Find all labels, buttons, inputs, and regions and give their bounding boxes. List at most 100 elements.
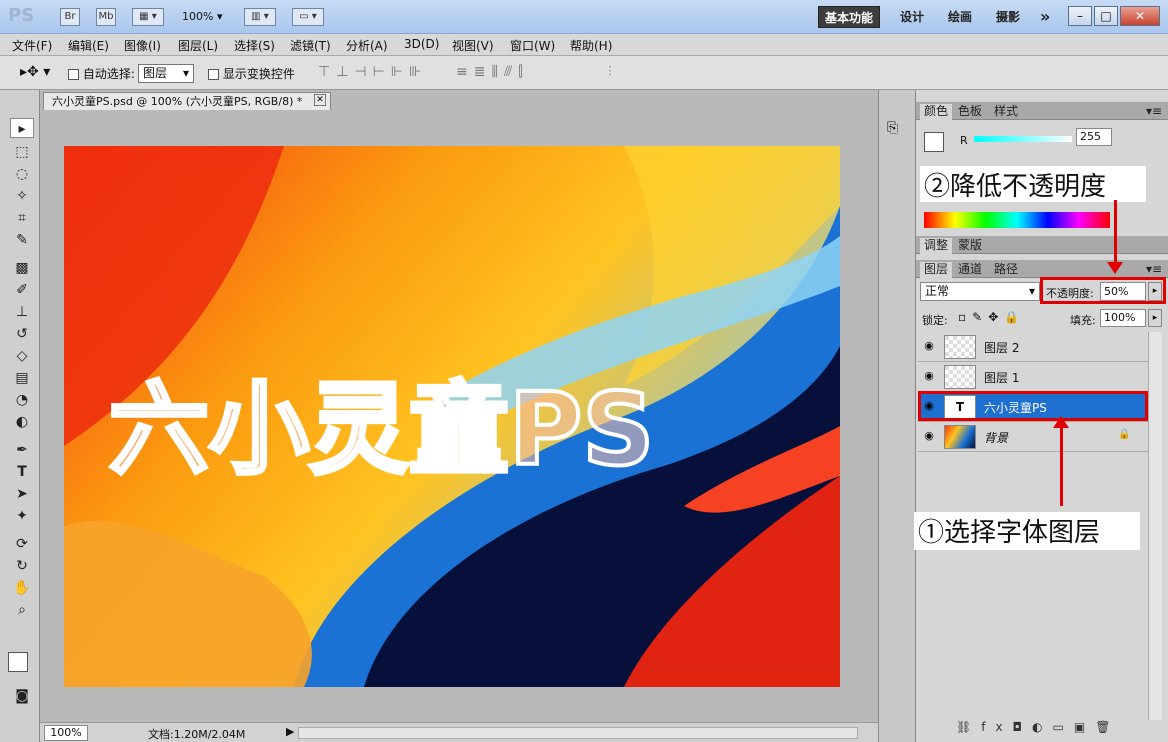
quick-mask-icon[interactable]: ◙ <box>10 686 34 706</box>
arrange-documents-button[interactable]: ▥ ▾ <box>244 8 276 26</box>
status-menu-arrow[interactable]: ▶ <box>286 725 294 738</box>
history-brush-tool-icon[interactable]: ↺ <box>10 324 34 344</box>
screen-mode-button[interactable]: ▭ ▾ <box>292 8 324 26</box>
maximize-button[interactable]: □ <box>1094 6 1118 26</box>
blur-tool-icon[interactable]: ◔ <box>10 390 34 410</box>
quick-select-tool-icon[interactable]: ✧ <box>10 186 34 206</box>
type-tool-icon[interactable]: T <box>10 462 34 482</box>
distribute-buttons[interactable]: ≡≣⫼⫻⫿ <box>456 64 529 80</box>
menu-file[interactable]: 文件(F) <box>12 37 52 54</box>
layer-row-background[interactable]: ◉ 背景 🔒 <box>918 422 1148 452</box>
bridge-button[interactable]: Br <box>60 8 80 26</box>
workspace-painting[interactable]: 绘画 <box>942 6 978 28</box>
menu-select[interactable]: 选择(S) <box>234 37 275 54</box>
zoom-select[interactable]: 100% ▾ <box>182 10 222 23</box>
eye-icon[interactable]: ◉ <box>921 429 937 443</box>
menu-filter[interactable]: 滤镜(T) <box>290 37 331 54</box>
eye-icon[interactable]: ◉ <box>921 369 937 383</box>
color-fg-swatch[interactable] <box>924 132 944 152</box>
layer-row-1[interactable]: ◉ 图层 1 <box>918 362 1148 392</box>
auto-select-dropdown[interactable]: 图层 ▾ <box>138 64 194 83</box>
arrow-head-2 <box>1107 262 1123 274</box>
show-transform-checkbox[interactable] <box>208 69 219 80</box>
brush-tool-icon[interactable]: ✐ <box>10 280 34 300</box>
close-document-icon[interactable]: ✕ <box>314 94 326 106</box>
auto-select-checkbox[interactable] <box>68 69 79 80</box>
tab-layers[interactable]: 图层 <box>920 262 953 278</box>
show-transform-option[interactable]: 显示变换控件 <box>208 65 295 82</box>
menu-layer[interactable]: 图层(L) <box>178 37 218 54</box>
title-bar: PS Br Mb ▦ ▾ 100% ▾ ▥ ▾ ▭ ▾ 基本功能 设计 绘画 摄… <box>0 0 1168 34</box>
eraser-tool-icon[interactable]: ◇ <box>10 346 34 366</box>
marquee-tool-icon[interactable]: ⬚ <box>10 142 34 162</box>
layer-footer-buttons[interactable]: ⛓fx◘◐▭▣🗑 <box>956 720 1120 734</box>
tab-masks[interactable]: 蒙版 <box>954 238 986 254</box>
hand-tool-icon[interactable]: ✋ <box>10 578 34 598</box>
stamp-tool-icon[interactable]: ⊥ <box>10 302 34 322</box>
path-select-tool-icon[interactable]: ➤ <box>10 484 34 504</box>
workspace-essentials[interactable]: 基本功能 <box>818 6 881 28</box>
menu-image[interactable]: 图像(I) <box>124 37 161 54</box>
eyedropper-tool-icon[interactable]: ✎ <box>10 230 34 250</box>
crop-tool-icon[interactable]: ⌗ <box>10 208 34 228</box>
red-value-field[interactable]: 255 <box>1076 128 1112 146</box>
view-extras-button[interactable]: ▦ ▾ <box>132 8 164 26</box>
fill-field[interactable]: 100% <box>1100 309 1146 327</box>
layer-row-2[interactable]: ◉ 图层 2 <box>918 332 1148 362</box>
minibridge-button[interactable]: Mb <box>96 8 116 26</box>
3d-rotate-tool-icon[interactable]: ⟳ <box>10 534 34 554</box>
align-buttons[interactable]: ⊤⊥⊣⊢⊩⊪ <box>318 64 427 80</box>
tab-swatches[interactable]: 色板 <box>954 104 986 120</box>
tab-paths[interactable]: 路径 <box>990 262 1022 278</box>
move-tool-preset[interactable]: ▸✥ ▾ <box>20 64 50 80</box>
panel-menu-icon[interactable]: ▾≡ <box>1142 104 1166 120</box>
pen-tool-icon[interactable]: ✒ <box>10 440 34 460</box>
history-panel-icon[interactable]: ⎘ <box>887 120 898 136</box>
dodge-tool-icon[interactable]: ◐ <box>10 412 34 432</box>
move-tool-icon[interactable]: ▸ <box>10 118 34 138</box>
minimize-button[interactable]: – <box>1068 6 1092 26</box>
menu-3d[interactable]: 3D(D) <box>404 37 439 51</box>
canvas[interactable]: 六小灵童PS <box>64 146 840 687</box>
menu-analysis[interactable]: 分析(A) <box>346 37 388 54</box>
layers-panel-menu-icon[interactable]: ▾≡ <box>1142 262 1166 278</box>
blend-mode-dropdown[interactable]: 正常 ▾ <box>920 282 1040 301</box>
canvas-text: 六小灵童PS <box>109 371 654 488</box>
shape-tool-icon[interactable]: ✦ <box>10 506 34 526</box>
horizontal-scrollbar[interactable] <box>298 727 858 739</box>
menu-help[interactable]: 帮助(H) <box>570 37 612 54</box>
layers-scrollbar[interactable] <box>1148 332 1162 720</box>
auto-select-option[interactable]: 自动选择: <box>68 65 135 82</box>
adjust-panel-tabs: 调整 蒙版 <box>916 236 1168 254</box>
menu-bar: 文件(F) 编辑(E) 图像(I) 图层(L) 选择(S) 滤镜(T) 分析(A… <box>0 34 1168 56</box>
auto-align-button[interactable]: ⫶ <box>608 64 612 80</box>
close-button[interactable]: ✕ <box>1120 6 1160 26</box>
more-workspaces-button[interactable]: » <box>1034 6 1056 28</box>
tab-color[interactable]: 颜色 <box>920 104 953 120</box>
3d-orbit-tool-icon[interactable]: ↻ <box>10 556 34 576</box>
tab-channels[interactable]: 通道 <box>954 262 986 278</box>
menu-view[interactable]: 视图(V) <box>452 37 494 54</box>
document-tab[interactable]: 六小灵童PS.psd @ 100% (六小灵童PS, RGB/8) * ✕ <box>43 92 331 110</box>
status-bar: 100% 文档:1.20M/2.04M ▶ <box>40 722 878 742</box>
tab-styles[interactable]: 样式 <box>990 104 1022 120</box>
menu-edit[interactable]: 编辑(E) <box>68 37 109 54</box>
healing-tool-icon[interactable]: ▩ <box>10 258 34 278</box>
color-spectrum[interactable] <box>924 212 1110 228</box>
foreground-color-swatch[interactable] <box>8 652 28 672</box>
lock-icon: 🔒 <box>1118 429 1131 440</box>
zoom-field[interactable]: 100% <box>44 725 88 741</box>
zoom-tool-icon[interactable]: ⌕ <box>10 600 34 620</box>
gradient-tool-icon[interactable]: ▤ <box>10 368 34 388</box>
red-slider[interactable] <box>974 136 1072 142</box>
menu-window[interactable]: 窗口(W) <box>510 37 555 54</box>
arrow-shaft-2 <box>1114 200 1117 266</box>
fill-slider-button[interactable]: ▸ <box>1148 309 1162 327</box>
eye-icon[interactable]: ◉ <box>921 339 937 353</box>
layer-thumbnail <box>944 365 976 389</box>
lasso-tool-icon[interactable]: ◌ <box>10 164 34 184</box>
workspace-design[interactable]: 设计 <box>894 6 930 28</box>
lock-icons[interactable]: ▫✎✥🔒 <box>958 310 1025 324</box>
tab-adjustments[interactable]: 调整 <box>920 238 953 254</box>
workspace-photography[interactable]: 摄影 <box>990 6 1026 28</box>
